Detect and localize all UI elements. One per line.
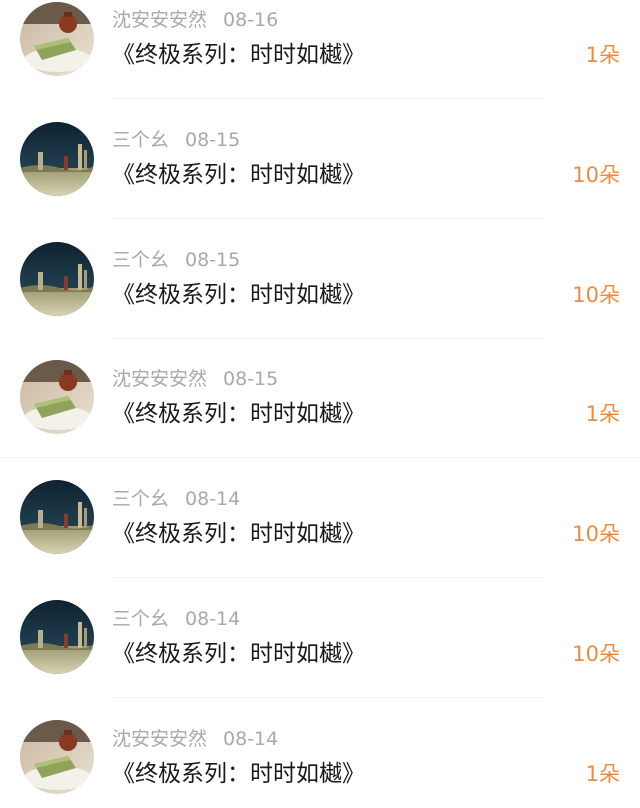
tea-cake-avatar[interactable] <box>20 360 94 434</box>
grassland-avatar[interactable] <box>20 242 94 316</box>
grassland-avatar[interactable] <box>20 122 94 196</box>
list-item[interactable]: 沈安安安然 08-14 《终极系列：时时如樾》 1朵 <box>0 720 640 808</box>
date: 08-15 <box>223 368 279 390</box>
item-meta: 三个幺 08-15 <box>112 246 240 274</box>
list-item[interactable]: 三个幺 08-14 《终极系列：时时如樾》 10朵 <box>0 600 640 720</box>
date: 08-16 <box>223 9 279 31</box>
date: 08-15 <box>185 129 241 151</box>
item-title[interactable]: 《终极系列：时时如樾》 <box>112 278 365 312</box>
username[interactable]: 沈安安安然 <box>112 368 207 390</box>
tea-cake-avatar[interactable] <box>20 2 94 76</box>
list-item[interactable]: 沈安安安然 08-16 《终极系列：时时如樾》 1朵 <box>0 0 640 120</box>
username[interactable]: 三个幺 <box>112 129 169 151</box>
grassland-avatar[interactable] <box>20 600 94 674</box>
item-meta: 三个幺 08-14 <box>112 605 240 633</box>
flower-count: 1朵 <box>585 762 620 786</box>
divider <box>112 697 544 698</box>
flower-count: 1朵 <box>585 43 620 67</box>
item-meta: 沈安安安然 08-15 <box>112 365 278 393</box>
item-meta: 三个幺 08-15 <box>112 126 240 154</box>
divider <box>112 218 544 219</box>
divider <box>112 98 544 99</box>
date: 08-14 <box>185 608 241 630</box>
flower-count: 10朵 <box>572 522 620 546</box>
date: 08-14 <box>223 728 279 750</box>
item-title[interactable]: 《终极系列：时时如樾》 <box>112 38 365 72</box>
username[interactable]: 沈安安安然 <box>112 9 207 31</box>
gift-record-list: 沈安安安然 08-16 《终极系列：时时如樾》 1朵 三个幺 08-15 《终极系列… <box>0 0 640 808</box>
divider <box>0 457 640 458</box>
flower-count: 1朵 <box>585 402 620 426</box>
date: 08-15 <box>185 249 241 271</box>
flower-count: 10朵 <box>572 163 620 187</box>
date: 08-14 <box>185 488 241 510</box>
username[interactable]: 三个幺 <box>112 249 169 271</box>
list-item[interactable]: 三个幺 08-14 《终极系列：时时如樾》 10朵 <box>0 480 640 600</box>
item-meta: 沈安安安然 08-16 <box>112 6 278 34</box>
list-item[interactable]: 沈安安安然 08-15 《终极系列：时时如樾》 1朵 <box>0 360 640 480</box>
item-title[interactable]: 《终极系列：时时如樾》 <box>112 517 365 551</box>
flower-count: 10朵 <box>572 283 620 307</box>
list-item[interactable]: 三个幺 08-15 《终极系列：时时如樾》 10朵 <box>0 120 640 240</box>
item-title[interactable]: 《终极系列：时时如樾》 <box>112 757 365 791</box>
username[interactable]: 三个幺 <box>112 608 169 630</box>
divider <box>112 577 544 578</box>
flower-count: 10朵 <box>572 642 620 666</box>
grassland-avatar[interactable] <box>20 480 94 554</box>
tea-cake-avatar[interactable] <box>20 720 94 794</box>
username[interactable]: 三个幺 <box>112 488 169 510</box>
list-item[interactable]: 三个幺 08-15 《终极系列：时时如樾》 10朵 <box>0 240 640 360</box>
item-title[interactable]: 《终极系列：时时如樾》 <box>112 637 365 671</box>
divider <box>112 338 544 339</box>
item-title[interactable]: 《终极系列：时时如樾》 <box>112 158 365 192</box>
item-meta: 沈安安安然 08-14 <box>112 725 278 753</box>
item-title[interactable]: 《终极系列：时时如樾》 <box>112 397 365 431</box>
item-meta: 三个幺 08-14 <box>112 485 240 513</box>
username[interactable]: 沈安安安然 <box>112 728 207 750</box>
